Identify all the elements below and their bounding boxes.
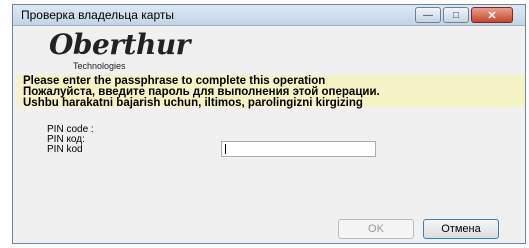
text-caret [225,144,226,154]
pin-label-uzbek: PIN kod [47,144,83,155]
pin-input[interactable] [221,141,376,157]
maximize-icon: □ [452,9,460,21]
minimize-button[interactable]: — [415,7,441,23]
oberthur-logo: Oberthur Technologies [19,25,190,73]
close-icon: ✕ [487,9,497,22]
maximize-button[interactable]: □ [443,7,469,23]
ok-button[interactable]: OK [338,219,414,239]
pin-dialog-window: Проверка владельца карты — □ ✕ Oberthur … [12,4,526,244]
window-title: Проверка владельца карты [21,8,174,22]
title-bar[interactable]: Проверка владельца карты — □ ✕ [13,5,525,26]
instruction-message: Please enter the passphrase to complete … [17,75,525,109]
minimize-icon: — [423,9,433,21]
close-button[interactable]: ✕ [471,7,513,23]
logo-wordmark: Oberthur [49,28,190,61]
cancel-button[interactable]: Отмена [423,219,499,239]
message-line-uzbek: Ushbu harakatni bajarish uchun, iltimos,… [23,97,363,109]
logo-subtitle: Technologies [73,61,126,71]
